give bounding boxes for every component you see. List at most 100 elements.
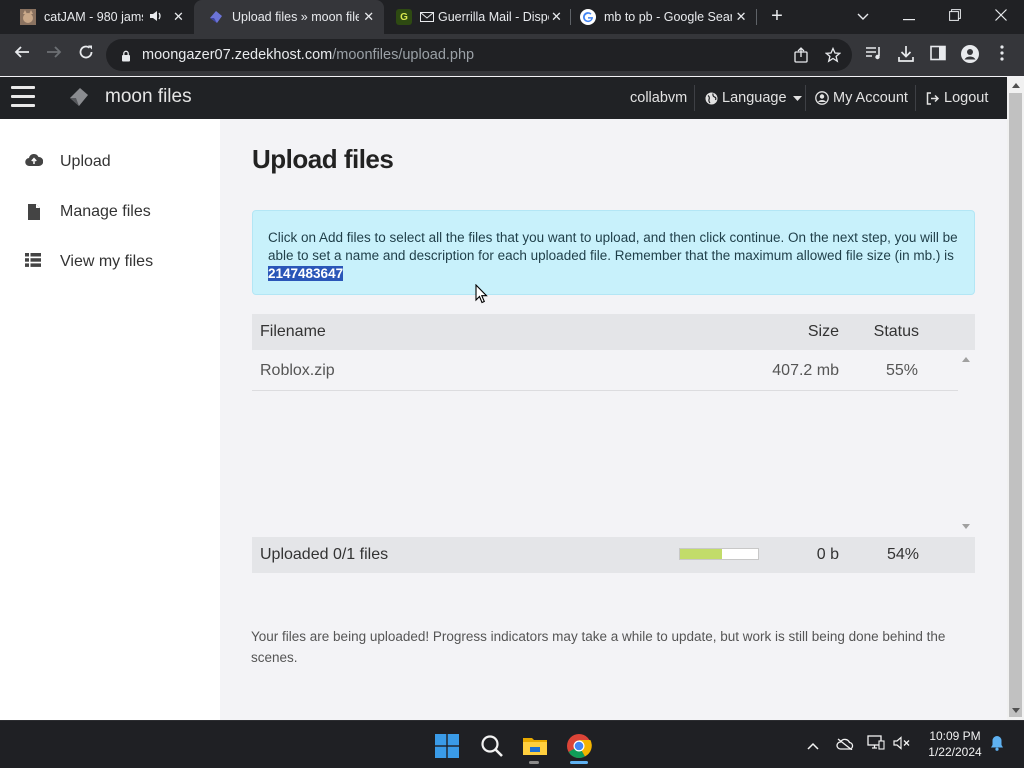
bookmark-star-icon[interactable] bbox=[824, 46, 842, 65]
list-icon bbox=[25, 253, 43, 271]
close-window-icon[interactable] bbox=[978, 0, 1024, 34]
upload-summary-row: Uploaded 0/1 files 0 b 54% bbox=[252, 537, 975, 573]
tab-title: catJAM - 980 jams bbox=[44, 10, 143, 24]
mouse-cursor-icon bbox=[475, 283, 489, 304]
status-column-header: Status bbox=[873, 323, 919, 340]
sidebar-item-upload[interactable]: Upload bbox=[0, 147, 220, 177]
moon-files-logo-icon[interactable] bbox=[69, 87, 89, 107]
new-tab-button[interactable]: + bbox=[766, 5, 788, 27]
close-tab-icon[interactable]: ✕ bbox=[169, 9, 188, 25]
row-size: 407.2 mb bbox=[772, 362, 839, 379]
google-favicon-icon bbox=[580, 9, 596, 25]
show-hidden-icons-chevron-icon[interactable] bbox=[803, 735, 823, 755]
download-icon[interactable] bbox=[896, 45, 916, 65]
sign-out-icon bbox=[926, 91, 940, 105]
network-icon[interactable] bbox=[866, 735, 886, 755]
url-path: /moonfiles/upload.php bbox=[332, 47, 475, 63]
profile-avatar-icon[interactable] bbox=[960, 45, 980, 65]
guerrilla-mail-favicon-icon: G bbox=[396, 9, 412, 25]
table-row: Roblox.zip 407.2 mb 55% bbox=[252, 351, 958, 391]
scroll-up-arrow-icon[interactable] bbox=[962, 357, 970, 362]
max-file-size-value: 2147483647 bbox=[268, 266, 344, 281]
notification-bell-icon[interactable] bbox=[987, 735, 1007, 755]
clock-time: 10:09 PM bbox=[929, 729, 981, 743]
system-clock[interactable]: 10:09 PM 1/22/2024 bbox=[915, 728, 995, 760]
address-bar[interactable]: moongazer07.zedekhost.com/moonfiles/uplo… bbox=[106, 39, 852, 71]
scroll-down-arrow-icon[interactable] bbox=[962, 524, 970, 529]
tab-divider bbox=[570, 9, 571, 25]
url-host: moongazer07.zedekhost.com bbox=[142, 47, 333, 63]
upload-progress-bar bbox=[679, 548, 759, 560]
cat-favicon-icon bbox=[20, 9, 36, 25]
site-header: moon files collabvm Language My Account … bbox=[0, 77, 1007, 119]
language-label: Language bbox=[722, 90, 787, 106]
tab-title: Upload files » moon files bbox=[232, 10, 360, 24]
tab-title: mb to pb - Google Search bbox=[604, 10, 733, 24]
upload-list-scrollbar[interactable] bbox=[958, 351, 975, 536]
header-divider bbox=[915, 85, 916, 111]
tab-catjam[interactable]: catJAM - 980 jams ✕ bbox=[0, 0, 194, 34]
file-icon bbox=[25, 203, 43, 221]
share-icon[interactable] bbox=[792, 47, 810, 65]
onedrive-cloud-icon[interactable] bbox=[835, 735, 855, 755]
clock-date: 1/22/2024 bbox=[928, 745, 982, 759]
header-divider bbox=[805, 85, 806, 111]
user-circle-icon bbox=[815, 91, 829, 105]
close-tab-icon[interactable]: ✕ bbox=[549, 9, 564, 25]
search-icon[interactable] bbox=[479, 733, 505, 759]
minimize-icon[interactable] bbox=[886, 0, 932, 34]
filename-column-header: Filename bbox=[260, 323, 326, 340]
close-tab-icon[interactable]: ✕ bbox=[732, 9, 750, 25]
globe-icon bbox=[705, 92, 718, 105]
sidebar-item-label: Manage files bbox=[60, 203, 151, 220]
uploaded-count: Uploaded 0/1 files bbox=[260, 546, 389, 563]
speaker-icon[interactable] bbox=[149, 10, 163, 25]
page-scroll-down-icon[interactable] bbox=[1012, 708, 1020, 713]
size-column-header: Size bbox=[807, 323, 839, 340]
row-status: 55% bbox=[885, 362, 918, 379]
upload-table-header: Filename Size Status bbox=[252, 314, 975, 350]
page-scroll-up-icon[interactable] bbox=[1012, 83, 1020, 88]
sidebar-item-manage-files[interactable]: Manage files bbox=[0, 197, 220, 227]
hamburger-menu-icon[interactable] bbox=[11, 86, 35, 108]
chrome-icon[interactable] bbox=[566, 733, 592, 759]
language-dropdown[interactable]: Language bbox=[705, 90, 802, 106]
logout-link[interactable]: Logout bbox=[926, 90, 988, 106]
upload-info-alert: Click on Add files to select all the fil… bbox=[252, 210, 975, 295]
tab-google-search[interactable]: mb to pb - Google Search ✕ bbox=[570, 0, 756, 34]
my-account-link[interactable]: My Account bbox=[815, 90, 908, 106]
tab-guerrilla-mail[interactable]: G Guerrilla Mail - Disposable ✕ bbox=[384, 0, 570, 34]
media-controls-icon[interactable] bbox=[864, 45, 884, 65]
side-panel-icon[interactable] bbox=[928, 45, 948, 65]
lock-icon[interactable] bbox=[120, 49, 132, 62]
browser-tab-strip: catJAM - 980 jams ✕ Upload files » moon … bbox=[0, 0, 1024, 34]
close-tab-icon[interactable]: ✕ bbox=[359, 9, 378, 25]
sidebar: Upload Manage files View my files bbox=[0, 119, 220, 720]
my-account-label: My Account bbox=[833, 90, 908, 106]
sidebar-item-view-my-files[interactable]: View my files bbox=[0, 247, 220, 277]
reload-icon[interactable] bbox=[74, 43, 98, 67]
restore-icon[interactable] bbox=[932, 0, 978, 34]
page-title: Upload files bbox=[252, 144, 394, 174]
header-divider bbox=[694, 85, 695, 111]
sidebar-item-label: Upload bbox=[60, 153, 111, 170]
brand-name[interactable]: moon files bbox=[105, 86, 192, 108]
envelope-icon bbox=[420, 9, 434, 25]
explorer-running-indicator bbox=[529, 761, 539, 764]
page-scrollbar-thumb[interactable] bbox=[1009, 93, 1022, 717]
forward-arrow-icon[interactable] bbox=[42, 43, 66, 67]
file-explorer-icon[interactable] bbox=[522, 733, 548, 759]
chrome-active-indicator bbox=[570, 761, 588, 764]
windows-start-icon[interactable] bbox=[434, 733, 460, 759]
page-scrollbar[interactable] bbox=[1007, 77, 1024, 720]
tab-divider bbox=[756, 9, 757, 25]
tab-upload-files[interactable]: Upload files » moon files ✕ bbox=[194, 0, 384, 34]
back-arrow-icon[interactable] bbox=[10, 43, 34, 67]
tab-search-chevron-icon[interactable] bbox=[840, 0, 886, 34]
volume-muted-icon[interactable] bbox=[892, 735, 912, 755]
tab-title: Guerrilla Mail - Disposable bbox=[438, 10, 549, 24]
windows-taskbar: 10:09 PM 1/22/2024 bbox=[0, 720, 1024, 768]
logout-label: Logout bbox=[944, 90, 989, 106]
browser-menu-icon[interactable] bbox=[992, 45, 1012, 65]
username-label: collabvm bbox=[630, 90, 688, 106]
